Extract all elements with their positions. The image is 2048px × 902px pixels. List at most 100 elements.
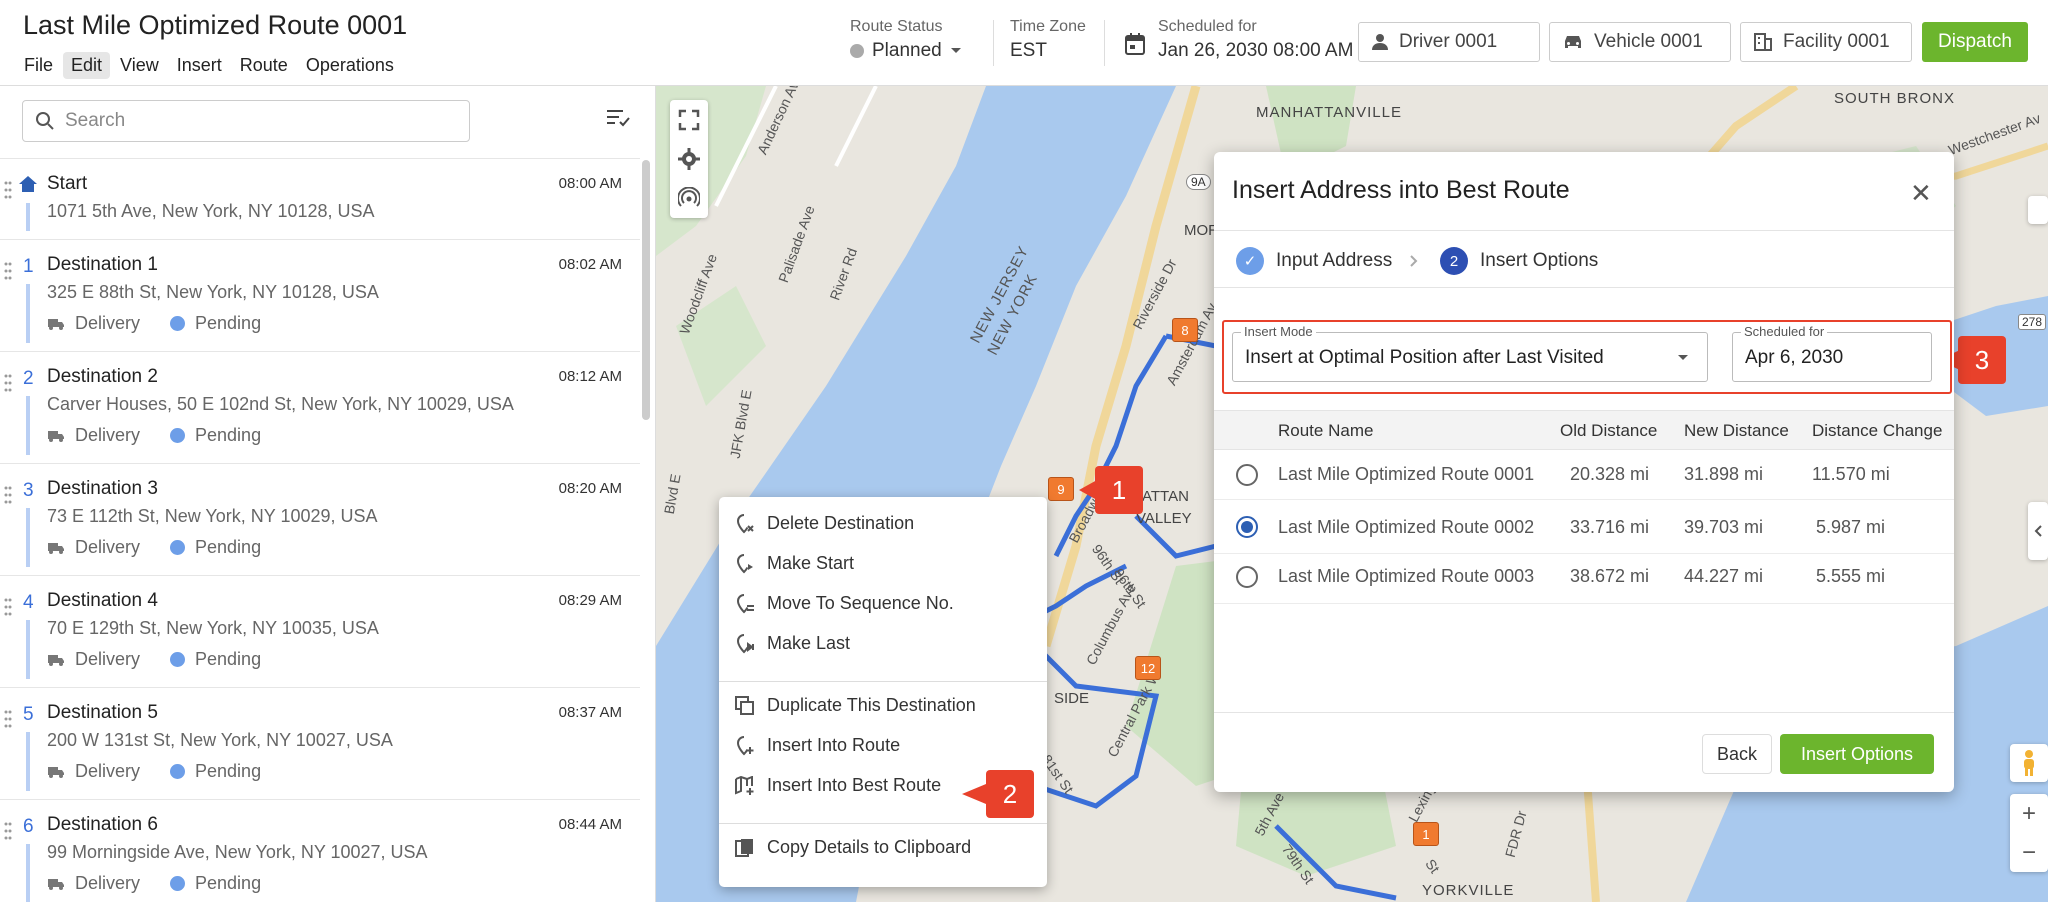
route-shield: 9A [1186,174,1211,190]
menu-item-duplicate[interactable]: Duplicate This Destination [735,695,976,716]
drag-handle-icon[interactable] [4,486,12,504]
list-item[interactable]: 4 Destination 4 08:29 AM 70 E 129th St, … [0,575,640,687]
map-label: SIDE [1054,690,1090,707]
pegman-icon [2024,750,2034,776]
stop-marker[interactable]: 9 [1048,477,1074,501]
sidebar-scrollbar[interactable] [642,160,650,420]
scheduled-for[interactable]: Scheduled for Jan 26, 2030 08:00 AM [1124,18,1353,62]
table-row[interactable]: Last Mile Optimized Route 0001 20.328 mi… [1214,450,1954,500]
dispatch-button[interactable]: Dispatch [1922,22,2028,62]
stop-type: Delivery [75,425,141,445]
street-view-button[interactable] [2010,744,2048,782]
stop-status: Pending [195,537,262,557]
drag-handle-icon[interactable] [4,262,12,280]
stop-status: Pending [195,873,262,893]
map-add-icon [735,775,754,795]
menu-item-make-last[interactable]: Make Last [735,633,850,654]
list-item[interactable]: 6 Destination 6 08:44 AM 99 Morningside … [0,799,640,902]
status-dot-icon [170,652,186,667]
menu-edit[interactable]: Edit [63,52,111,79]
route-radio[interactable] [1236,516,1258,538]
drag-handle-icon[interactable] [4,181,12,199]
stop-name: Destination 1 [47,254,158,275]
stop-type: Delivery [75,873,141,893]
menu-item-delete-destination[interactable]: Delete Destination [735,513,914,534]
map-label: SOUTH BRONX [1834,90,1956,107]
menu-item-copy-details[interactable]: Copy Details to Clipboard [735,837,971,858]
search-input[interactable]: Search [22,100,470,142]
list-item[interactable]: 3 Destination 3 08:20 AM 73 E 112th St, … [0,463,640,575]
route-radio[interactable] [1236,464,1258,486]
menu-item-move-to-sequence[interactable]: Move To Sequence No. [735,593,954,614]
pin-last-icon [736,633,754,653]
stop-name: Destination 5 [47,702,158,723]
person-icon [1372,34,1388,50]
stop-marker[interactable]: 8 [1172,318,1198,342]
menu-item-label: Make Last [767,633,851,653]
check-icon: ✓ [1236,247,1264,275]
route-radio[interactable] [1236,566,1258,588]
back-button[interactable]: Back [1702,734,1772,774]
menu-item-label: Insert Into Route [767,735,901,755]
drag-handle-icon[interactable] [4,710,12,728]
insert-best-route-dialog: Insert Address into Best Route ✕ ✓ Input… [1214,152,1954,792]
close-icon[interactable]: ✕ [1910,178,1932,209]
list-item[interactable]: 2 Destination 2 08:12 AM Carver Houses, … [0,351,640,463]
panel-toggle[interactable] [2028,502,2048,560]
gear-icon[interactable] [678,147,700,170]
menu-view[interactable]: View [112,52,167,79]
menu-item-insert-into-route[interactable]: Insert Into Route [735,735,900,756]
menu-item-make-start[interactable]: Make Start [735,553,854,574]
broadcast-icon[interactable] [678,187,700,209]
map-edge-tab[interactable] [2028,196,2048,224]
drag-handle-icon[interactable] [4,374,12,392]
stop-address: 200 W 131st St, New York, NY 10027, USA [47,730,393,750]
status-dot-icon [170,764,186,779]
route-name: Last Mile Optimized Route 0001 [1278,464,1535,484]
map-controls [670,100,708,218]
vehicle-select[interactable]: Vehicle 0001 [1549,22,1731,62]
stop-marker[interactable]: 1 [1413,822,1439,846]
timezone-label: Time Zone [1010,18,1086,35]
filter-list-icon[interactable] [606,108,630,128]
search-icon [36,112,54,130]
stop-type: Delivery [75,761,141,781]
fullscreen-icon[interactable] [678,109,700,131]
driver-select[interactable]: Driver 0001 [1358,22,1540,62]
step-insert-options[interactable]: 2 Insert Options [1440,247,1598,275]
distance-change: 5.555 mi [1816,566,1886,586]
scheduled-date-input[interactable]: Scheduled for Apr 6, 2030 [1732,324,1932,382]
stop-marker[interactable]: 12 [1135,656,1161,680]
menu-operations[interactable]: Operations [298,52,402,79]
insert-options-button[interactable]: Insert Options [1780,734,1934,774]
stop-address: 99 Morningside Ave, New York, NY 10027, … [47,842,428,862]
list-item[interactable]: 1 Destination 1 08:02 AM 325 E 88th St, … [0,239,640,351]
zoom-in-icon[interactable]: + [2022,800,2036,828]
drag-handle-icon[interactable] [4,598,12,616]
drag-handle-icon[interactable] [4,822,12,840]
stop-address: 325 E 88th St, New York, NY 10128, USA [47,282,379,302]
table-row[interactable]: Last Mile Optimized Route 0003 38.672 mi… [1214,554,1954,604]
step-input-address[interactable]: ✓ Input Address [1236,247,1392,275]
step-label: Input Address [1276,250,1393,271]
stop-number: 2 [23,368,34,389]
route-title[interactable]: Last Mile Optimized Route 0001 [23,10,407,41]
menu-item-insert-into-best-route[interactable]: Insert Into Best Route [735,775,941,796]
menu-route[interactable]: Route [232,52,296,79]
stop-address: 73 E 112th St, New York, NY 10029, USA [47,506,378,526]
menu-file[interactable]: File [16,52,61,79]
list-item-start[interactable]: Start 08:00 AM 1071 5th Ave, New York, N… [0,158,640,239]
column-header: Route Name [1278,421,1374,440]
stop-time: 08:20 AM [558,480,622,497]
menu-insert[interactable]: Insert [169,52,230,79]
pin-sequence-icon [736,593,754,613]
insert-mode-select[interactable]: Insert Mode Insert at Optimal Position a… [1232,324,1708,382]
table-row[interactable]: Last Mile Optimized Route 0002 33.716 mi… [1214,500,1954,554]
list-item[interactable]: 5 Destination 5 08:37 AM 200 W 131st St,… [0,687,640,799]
stop-type: Delivery [75,537,141,557]
facility-select[interactable]: Facility 0001 [1740,22,1912,62]
route-status[interactable]: Route Status Planned [850,18,962,62]
zoom-out-icon[interactable]: − [2022,839,2036,867]
truck-icon [48,654,64,666]
stop-time: 08:37 AM [558,704,622,721]
